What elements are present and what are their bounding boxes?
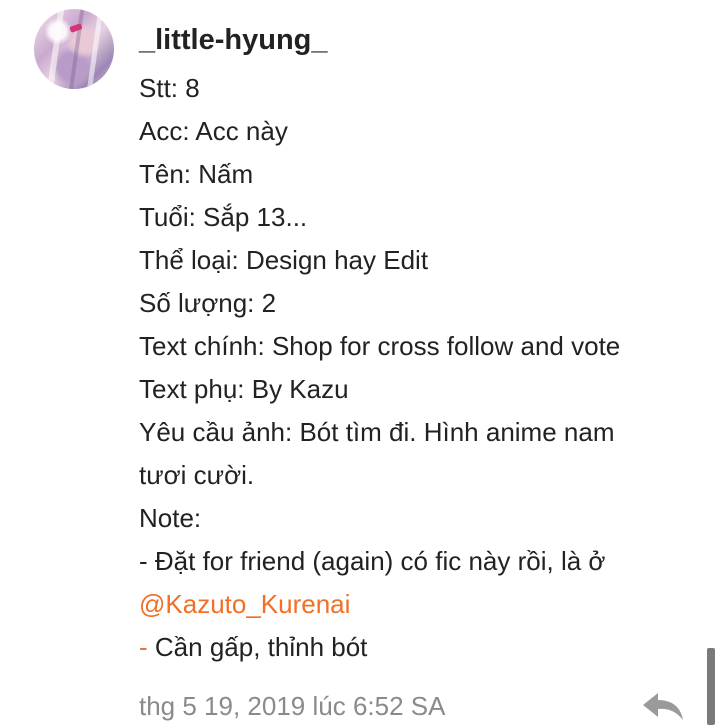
comment-line-stt: Stt: 8: [139, 73, 200, 103]
scrollbar-thumb[interactable]: [707, 648, 715, 725]
comment-line-note: Note:: [139, 503, 202, 533]
comment-body: Stt: 8 Acc: Acc này Tên: Nấm Tuổi: Sắp 1…: [139, 67, 699, 669]
comment-line-tuoi: Tuổi: Sắp 13...: [139, 202, 308, 232]
note-item-text: Cần gấp, thỉnh bót: [147, 632, 368, 662]
comment-line-yeu-cau-cont: tươi cười.: [139, 460, 255, 490]
comment-timestamp: thg 5 19, 2019 lúc 6:52 SA: [139, 691, 446, 721]
comment-line-yeu-cau: Yêu cầu ảnh: Bót tìm đi. Hình anime nam: [139, 417, 615, 447]
comment-line-mention-row: @Kazuto_Kurenai: [139, 583, 699, 626]
user-mention-link[interactable]: @Kazuto_Kurenai: [139, 589, 350, 619]
comment-line-ten: Tên: Nấm: [139, 159, 254, 189]
comment-username[interactable]: _little-hyung_: [139, 20, 328, 60]
comment-line-text-phu: Text phụ: By Kazu: [139, 374, 349, 404]
comment-line-the-loai: Thể loại: Design hay Edit: [139, 245, 429, 275]
comment-line-text-chinh: Text chính: Shop for cross follow and vo…: [139, 331, 621, 361]
comment-line-acc: Acc: Acc này: [139, 116, 288, 146]
avatar-art-detail: [44, 9, 66, 89]
comment-item: _little-hyung_ Stt: 8 Acc: Acc này Tên: …: [0, 0, 720, 725]
avatar-art-detail: [66, 9, 86, 89]
reply-arrow-icon: [643, 693, 683, 720]
list-dash: -: [139, 632, 148, 662]
user-avatar[interactable]: [34, 9, 114, 89]
reply-button[interactable]: [640, 689, 686, 723]
comment-line-note-item: - Đặt for friend (again) có fic này rồi,…: [139, 546, 606, 576]
comment-line-note-item: - Cần gấp, thỉnh bót: [139, 626, 699, 669]
avatar-art-detail: [84, 9, 105, 89]
comment-line-so-luong: Số lượng: 2: [139, 288, 277, 318]
